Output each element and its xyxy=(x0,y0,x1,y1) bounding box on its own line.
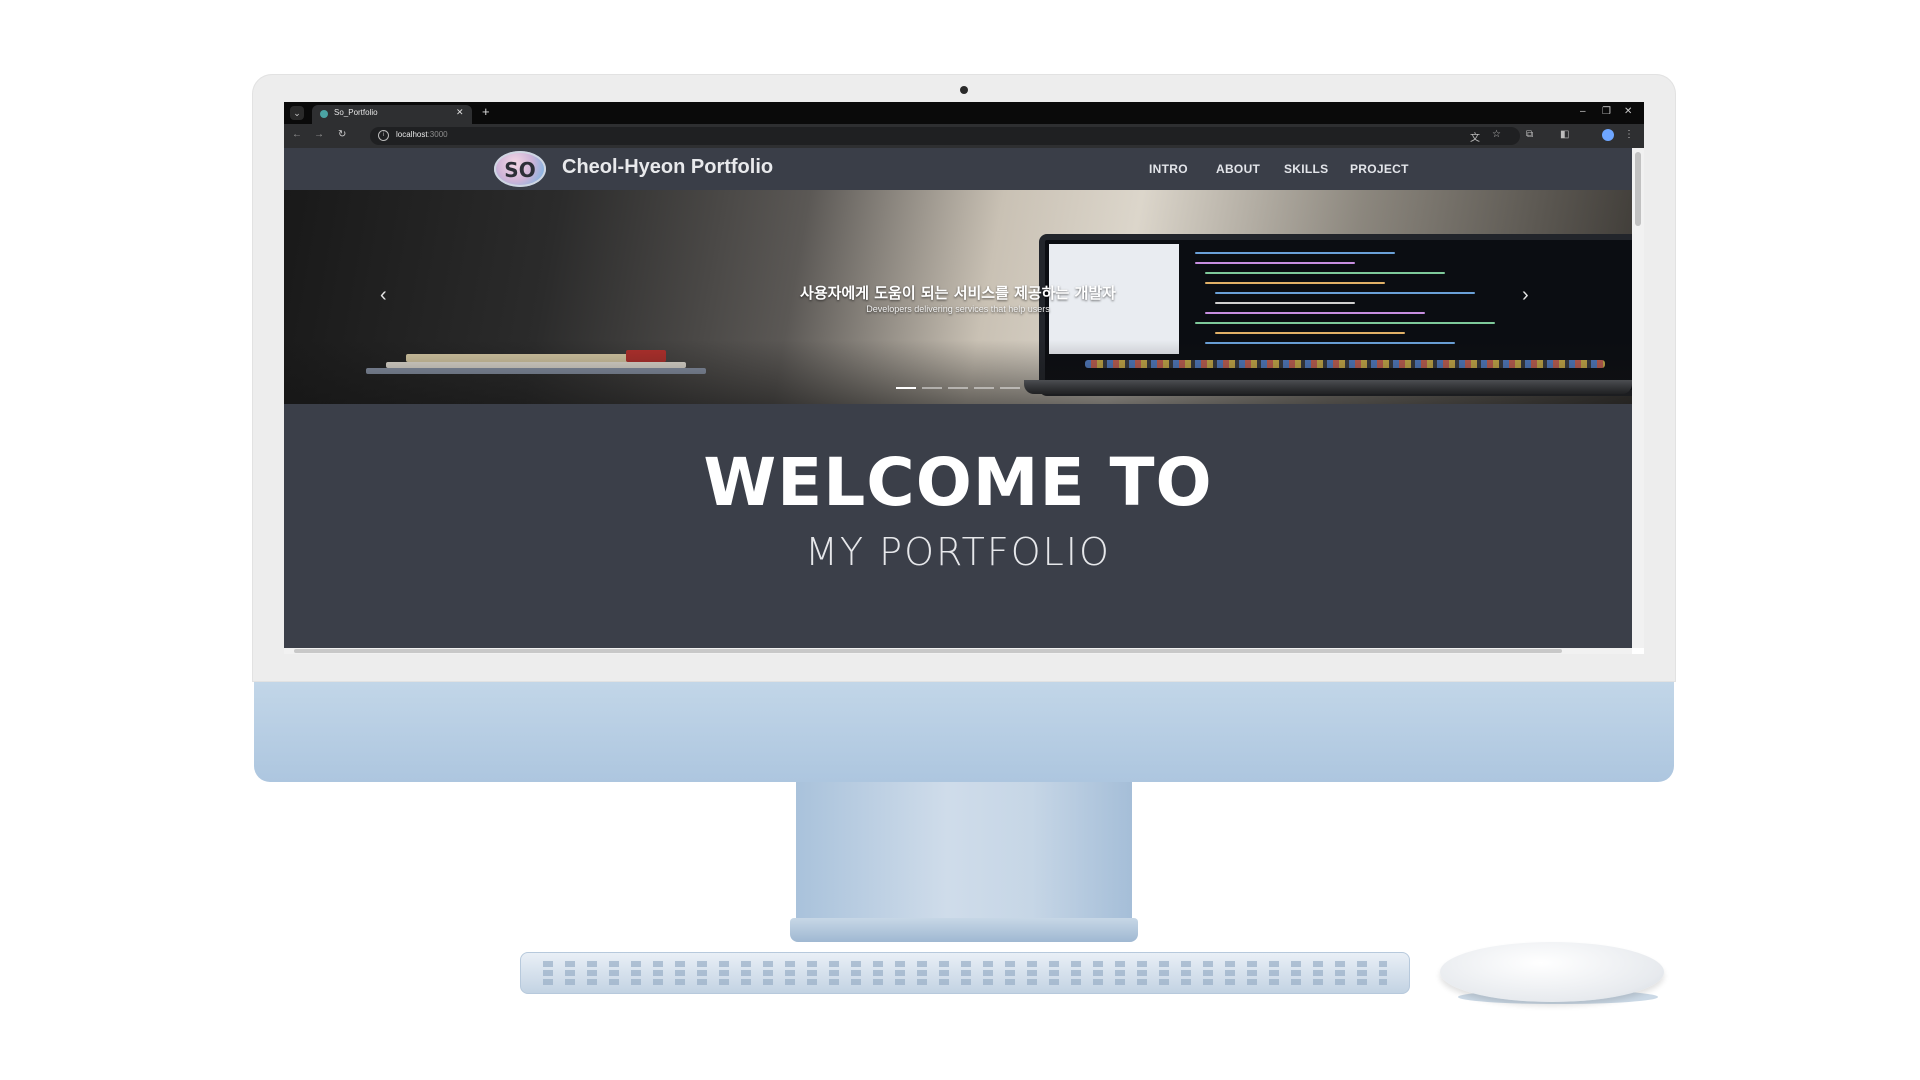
restore-button[interactable]: ❐ xyxy=(1602,106,1611,118)
portfolio-subheading: MY PORTFOLIO xyxy=(805,530,1111,574)
puzzle-icon[interactable]: ⧉ xyxy=(1526,129,1533,140)
tab-search-button[interactable]: ⌄ xyxy=(290,106,304,120)
hero-subtitle: Developers delivering services that help… xyxy=(866,304,1050,314)
imac-stand-foot xyxy=(790,918,1138,942)
web-page: SO Cheol-Hyeon Portfolio INTRO ABOUT SKI… xyxy=(284,148,1632,648)
carousel-indicator[interactable] xyxy=(974,387,994,389)
camera-icon xyxy=(960,86,968,94)
carousel-indicator[interactable] xyxy=(896,387,916,389)
tab-strip: ⌄ So_Portfolio ✕ + – ❐ ✕ xyxy=(284,102,1644,124)
browser-toolbar: ← → ↻ i localhost:3000 文 ☆ ⧉ ◧ ⋮ xyxy=(284,124,1644,148)
new-tab-button[interactable]: + xyxy=(482,105,490,119)
hero-carousel: ‹ › 사용자에게 도움이 되는 서비스를 제공하는 개발자 Developer… xyxy=(284,190,1632,404)
carousel-indicator[interactable] xyxy=(922,387,942,389)
reload-button[interactable]: ↻ xyxy=(338,129,346,140)
forward-button[interactable]: → xyxy=(314,129,324,140)
minimize-button[interactable]: – xyxy=(1580,106,1586,118)
translate-icon[interactable]: 文 xyxy=(1470,129,1480,144)
tab-close-button[interactable]: ✕ xyxy=(456,107,464,118)
window-close-button[interactable]: ✕ xyxy=(1624,106,1632,118)
site-brand[interactable]: Cheol-Hyeon Portfolio xyxy=(562,156,773,179)
keyboard xyxy=(520,952,1410,994)
favicon-icon xyxy=(320,110,328,118)
imac-stand xyxy=(796,782,1132,922)
more-vert-icon[interactable]: ⋮ xyxy=(1624,129,1634,140)
site-logo[interactable]: SO xyxy=(494,151,546,187)
welcome-heading: WELCOME TO xyxy=(703,444,1213,521)
nav-link-skills[interactable]: SKILLS xyxy=(1284,162,1328,176)
mouse xyxy=(1440,942,1664,1002)
carousel-indicator[interactable] xyxy=(948,387,968,389)
back-button[interactable]: ← xyxy=(292,129,302,140)
hero-title: 사용자에게 도움이 되는 서비스를 제공하는 개발자 xyxy=(800,284,1116,302)
logo-text: SO xyxy=(504,158,536,182)
tab-title: So_Portfolio xyxy=(334,108,378,117)
side-panel-icon[interactable]: ◧ xyxy=(1560,129,1569,140)
scrollbar-thumb[interactable] xyxy=(294,649,1562,653)
scrollbar-thumb[interactable] xyxy=(1635,152,1641,226)
site-navbar: SO Cheol-Hyeon Portfolio INTRO ABOUT SKI… xyxy=(284,148,1632,190)
nav-link-about[interactable]: ABOUT xyxy=(1216,162,1260,176)
star-icon[interactable]: ☆ xyxy=(1492,129,1501,140)
info-icon[interactable]: i xyxy=(378,130,389,141)
imac-chin xyxy=(254,682,1674,782)
horizontal-scrollbar[interactable] xyxy=(284,648,1632,654)
carousel-indicator[interactable] xyxy=(1000,387,1020,389)
address-bar[interactable]: i localhost:3000 xyxy=(370,127,1520,145)
url-text: localhost:3000 xyxy=(396,130,448,139)
browser-window: ⌄ So_Portfolio ✕ + – ❐ ✕ ← → ↻ i localho… xyxy=(284,102,1644,654)
nav-link-project[interactable]: PROJECT xyxy=(1350,162,1409,176)
nav-link-intro[interactable]: INTRO xyxy=(1149,162,1188,176)
browser-tab[interactable]: So_Portfolio ✕ xyxy=(312,105,472,124)
profile-icon[interactable] xyxy=(1602,129,1614,141)
vertical-scrollbar[interactable] xyxy=(1632,148,1644,648)
